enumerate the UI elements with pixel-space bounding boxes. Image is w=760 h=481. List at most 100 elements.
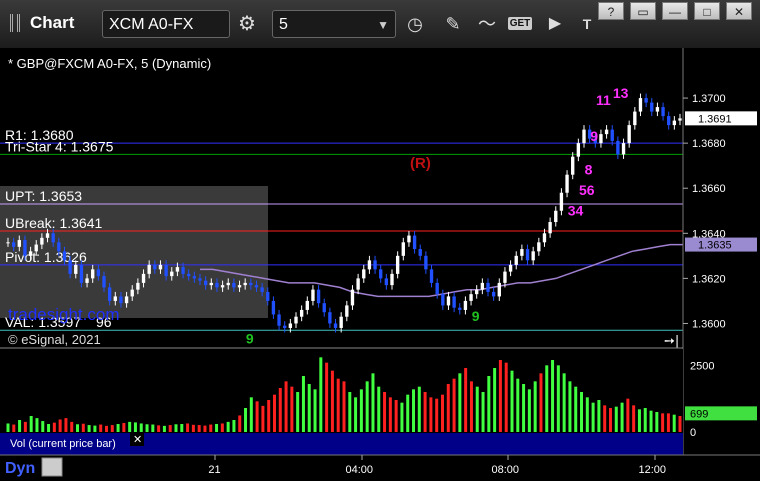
- volume-tick-label: 2500: [690, 360, 714, 372]
- close-icon[interactable]: ✕: [133, 433, 142, 446]
- text-tool-icon[interactable]: T: [574, 10, 600, 38]
- candle: [627, 125, 631, 144]
- candle: [604, 129, 609, 135]
- chart-settings-icon[interactable]: [41, 457, 63, 477]
- candle: [514, 255, 518, 265]
- volume-bar: [562, 373, 566, 432]
- candle: [525, 249, 530, 261]
- td-count-label: 34: [568, 202, 584, 218]
- volume-bar: [110, 425, 114, 432]
- volume-bar: [661, 413, 665, 432]
- candle: [136, 282, 140, 290]
- maximize-button[interactable]: □: [694, 2, 720, 20]
- candle: [62, 251, 67, 261]
- volume-bar: [116, 424, 120, 432]
- app-title: Chart: [30, 13, 75, 32]
- candle: [412, 235, 417, 250]
- x-tick-label: 08:00: [492, 464, 520, 476]
- candle: [153, 264, 157, 270]
- volume-bar: [400, 402, 404, 432]
- candle: [68, 260, 72, 274]
- symbol-field[interactable]: XCM A0-FX: [102, 10, 230, 38]
- volume-bar: [383, 392, 387, 432]
- close-button[interactable]: ✕: [726, 2, 752, 20]
- td-count-label: 13: [613, 85, 629, 101]
- volume-bar: [556, 365, 560, 432]
- interval-field[interactable]: 5 ▼: [272, 10, 396, 38]
- candle: [672, 120, 677, 126]
- restore-button[interactable]: ▭: [630, 2, 656, 20]
- candle: [503, 271, 507, 283]
- candle: [395, 255, 400, 274]
- get-data-button[interactable]: GET: [506, 10, 534, 38]
- volume-bar: [104, 425, 108, 432]
- candle: [565, 174, 569, 193]
- volume-bar: [29, 416, 33, 432]
- candle: [401, 242, 405, 256]
- candle: [254, 285, 259, 288]
- help-button[interactable]: ?: [598, 2, 624, 20]
- candle: [350, 289, 355, 306]
- candle: [232, 282, 236, 288]
- volume-bar: [93, 425, 97, 432]
- volume-bar: [267, 400, 271, 432]
- volume-bar: [23, 421, 27, 432]
- volume-bar: [481, 392, 485, 432]
- volume-tick-label: 0: [690, 427, 696, 439]
- candle: [17, 240, 21, 247]
- candle: [147, 264, 151, 274]
- y-tick-label: 1.3680: [692, 138, 726, 150]
- candle: [328, 312, 332, 324]
- candle: [390, 273, 394, 286]
- volume-bar: [533, 381, 537, 432]
- candle: [271, 300, 276, 315]
- interval-value: 5: [279, 16, 288, 33]
- clock-icon[interactable]: ◷: [402, 10, 428, 38]
- volume-bar: [388, 397, 392, 432]
- candle: [119, 296, 123, 304]
- copyright: © eSignal, 2021: [8, 332, 101, 347]
- candle: [220, 285, 225, 288]
- candle: [34, 244, 38, 252]
- volume-bar: [319, 357, 323, 432]
- candle: [520, 249, 524, 256]
- candle: [28, 251, 33, 256]
- candle: [11, 242, 16, 247]
- settings-gear-icon[interactable]: ⚙: [234, 10, 260, 38]
- candle: [452, 296, 456, 308]
- volume-bar: [446, 384, 450, 432]
- volume-bar: [226, 421, 230, 432]
- study-icon[interactable]: 〜: [474, 10, 500, 38]
- volume-bar: [342, 381, 346, 432]
- volume-bar: [87, 425, 91, 432]
- candle: [333, 323, 338, 328]
- volume-bar: [614, 406, 618, 432]
- x-tick-label: 04:00: [346, 464, 374, 476]
- candle: [40, 237, 44, 245]
- candle: [542, 233, 547, 243]
- volume-bar: [354, 397, 358, 432]
- volume-bar: [336, 378, 340, 432]
- candle: [554, 210, 558, 223]
- play-icon[interactable]: ▶: [542, 10, 568, 38]
- volume-bar: [452, 378, 456, 432]
- candle: [537, 242, 541, 252]
- volume-bar: [70, 421, 74, 432]
- minimize-button[interactable]: —: [662, 2, 688, 20]
- chevron-down-icon[interactable]: ▼: [377, 11, 389, 39]
- volume-bar: [128, 421, 132, 432]
- price-chart[interactable]: R1: 1.3680Tri-Star 4: 1.3675UPT: 1.3653U…: [0, 48, 760, 481]
- pencil-icon[interactable]: ✎: [440, 10, 466, 38]
- volume-bar: [220, 423, 224, 432]
- scroll-end-icon[interactable]: ➙|: [664, 334, 679, 349]
- candle: [463, 300, 468, 310]
- volume-bar: [672, 414, 676, 432]
- volume-bar: [597, 400, 601, 432]
- get-label: GET: [507, 17, 533, 30]
- y-tick-label: 1.3700: [692, 93, 726, 105]
- volume-bar: [504, 362, 508, 432]
- candle: [491, 291, 496, 297]
- drag-handle-icon[interactable]: [10, 14, 20, 32]
- volume-bar: [215, 424, 219, 432]
- volume-bar: [580, 392, 584, 432]
